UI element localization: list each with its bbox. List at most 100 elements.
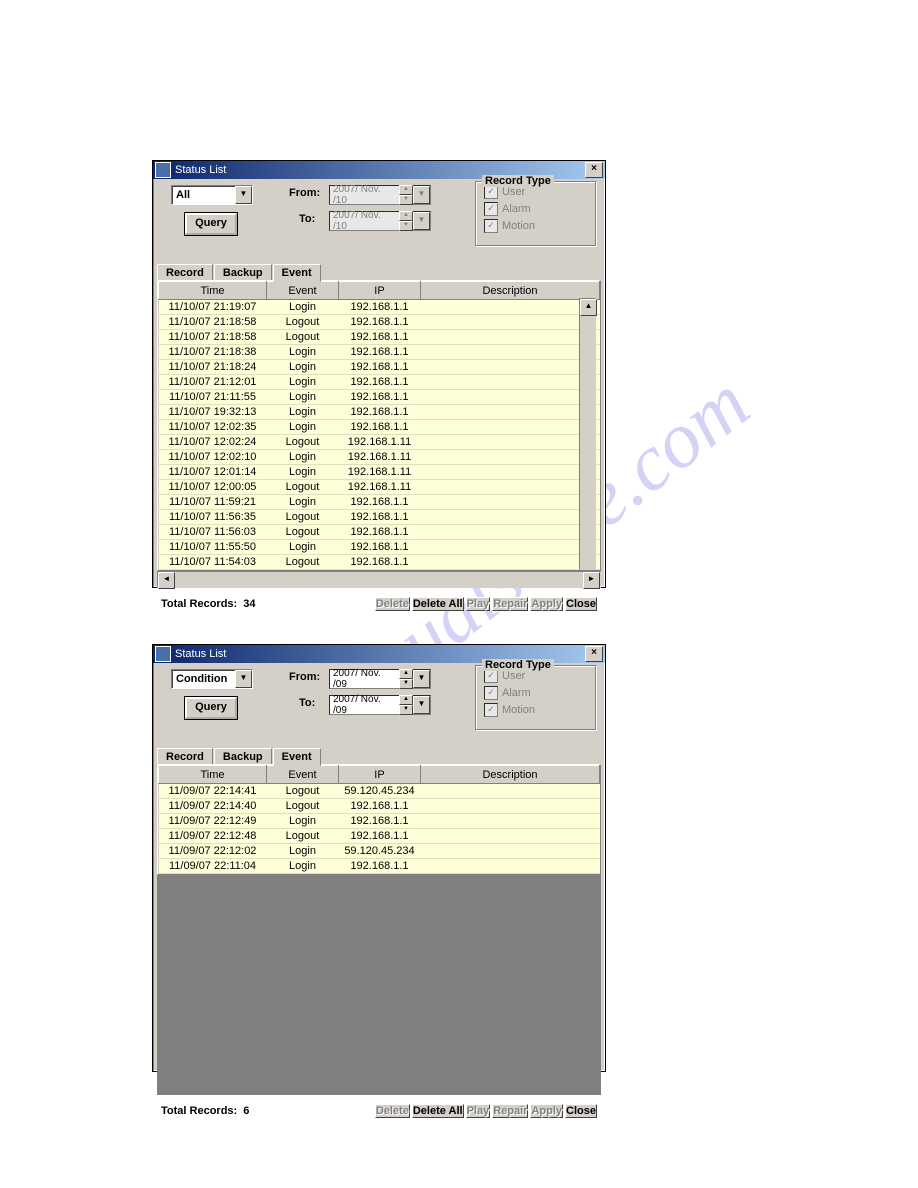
col-event[interactable]: Event xyxy=(267,766,339,784)
cell-event: Login xyxy=(267,390,339,405)
table-row[interactable]: 11/10/07 21:18:58Logout192.168.1.1 xyxy=(159,315,600,330)
spinner-icon[interactable]: ▲▼ xyxy=(399,695,413,715)
motion-checkbox[interactable]: ✓Motion xyxy=(484,703,588,717)
cell-time: 11/10/07 21:18:38 xyxy=(159,345,267,360)
cell-event: Logout xyxy=(267,799,339,814)
col-ip[interactable]: IP xyxy=(339,282,421,300)
table-row[interactable]: 11/10/07 21:19:07Login192.168.1.1 xyxy=(159,300,600,315)
col-time[interactable]: Time xyxy=(159,282,267,300)
table-row[interactable]: 11/10/07 21:12:01Login192.168.1.1 xyxy=(159,375,600,390)
cell-ip: 192.168.1.1 xyxy=(339,829,421,844)
spinner-icon[interactable]: ▲▼ xyxy=(399,211,413,231)
motion-checkbox[interactable]: ✓Motion xyxy=(484,219,588,233)
filter-value: All xyxy=(172,189,235,201)
cell-ip: 192.168.1.1 xyxy=(339,495,421,510)
cell-event: Login xyxy=(267,420,339,435)
cell-ip: 192.168.1.11 xyxy=(339,465,421,480)
table-row[interactable]: 11/10/07 11:56:03Logout192.168.1.1 xyxy=(159,525,600,540)
scroll-right-icon[interactable]: ► xyxy=(583,572,600,589)
footer-bar: Total Records: 34 DeleteDelete AllPlayRe… xyxy=(153,588,605,620)
cell-ip: 192.168.1.1 xyxy=(339,540,421,555)
query-button[interactable]: Query xyxy=(185,213,237,235)
filter-dropdown[interactable]: All ▼ xyxy=(171,185,253,205)
close-button[interactable]: Close xyxy=(565,597,597,611)
cell-time: 11/09/07 22:14:40 xyxy=(159,799,267,814)
cell-time: 11/10/07 21:18:58 xyxy=(159,330,267,345)
table-header-row: Time Event IP Description xyxy=(159,282,600,300)
tab-event[interactable]: Event xyxy=(273,748,321,766)
table-row[interactable]: 11/09/07 22:11:04Login192.168.1.1 xyxy=(159,859,600,874)
table-row[interactable]: 11/09/07 22:12:49Login192.168.1.1 xyxy=(159,814,600,829)
table-row[interactable]: 11/10/07 21:11:55Login192.168.1.1 xyxy=(159,390,600,405)
delete-all-button[interactable]: Delete All xyxy=(412,1104,464,1118)
col-description[interactable]: Description xyxy=(421,766,600,784)
col-description[interactable]: Description xyxy=(421,282,600,300)
tab-backup[interactable]: Backup xyxy=(214,264,272,281)
cell-event: Logout xyxy=(267,525,339,540)
close-icon[interactable]: × xyxy=(585,646,603,662)
cell-desc xyxy=(421,315,600,330)
table-row[interactable]: 11/10/07 11:56:35Logout192.168.1.1 xyxy=(159,510,600,525)
chevron-down-icon[interactable]: ▼ xyxy=(413,670,430,688)
chevron-down-icon[interactable]: ▼ xyxy=(413,186,430,204)
from-date-field[interactable]: 2007/ Nov. /09 ▲▼ ▼ xyxy=(329,669,431,689)
scroll-left-icon[interactable]: ◄ xyxy=(158,572,175,589)
cell-time: 11/10/07 11:59:21 xyxy=(159,495,267,510)
spinner-icon[interactable]: ▲▼ xyxy=(399,185,413,205)
user-checkbox[interactable]: ✓User xyxy=(484,669,588,683)
close-icon[interactable]: × xyxy=(585,162,603,178)
to-date-field[interactable]: 2007/ Nov. /09 ▲▼ ▼ xyxy=(329,695,431,715)
col-time[interactable]: Time xyxy=(159,766,267,784)
cell-desc xyxy=(421,555,600,570)
table-row[interactable]: 11/10/07 21:18:38Login192.168.1.1 xyxy=(159,345,600,360)
table-row[interactable]: 11/10/07 19:32:13Login192.168.1.1 xyxy=(159,405,600,420)
vertical-scrollbar[interactable]: ▲ xyxy=(579,298,596,570)
tab-backup[interactable]: Backup xyxy=(214,748,272,765)
table-row[interactable]: 11/10/07 11:59:21Login192.168.1.1 xyxy=(159,495,600,510)
table-row[interactable]: 11/10/07 12:02:24Logout192.168.1.11 xyxy=(159,435,600,450)
cell-time: 11/10/07 21:12:01 xyxy=(159,375,267,390)
close-button[interactable]: Close xyxy=(565,1104,597,1118)
table-row[interactable]: 11/09/07 22:14:40Logout192.168.1.1 xyxy=(159,799,600,814)
cell-ip: 192.168.1.1 xyxy=(339,330,421,345)
table-row[interactable]: 11/10/07 12:02:35Login192.168.1.1 xyxy=(159,420,600,435)
query-button[interactable]: Query xyxy=(185,697,237,719)
chevron-down-icon[interactable]: ▼ xyxy=(235,670,252,688)
from-date-field[interactable]: 2007/ Nov. /10 ▲▼ ▼ xyxy=(329,185,431,205)
tab-event[interactable]: Event xyxy=(273,264,321,282)
cell-event: Login xyxy=(267,360,339,375)
table-row[interactable]: 11/09/07 22:12:48Logout192.168.1.1 xyxy=(159,829,600,844)
table-row[interactable]: 11/09/07 22:14:41Logout59.120.45.234 xyxy=(159,784,600,799)
table-row[interactable]: 11/10/07 12:01:14Login192.168.1.11 xyxy=(159,465,600,480)
chevron-down-icon[interactable]: ▼ xyxy=(413,696,430,714)
record-type-legend: Record Type xyxy=(482,175,554,187)
alarm-checkbox[interactable]: ✓Alarm xyxy=(484,202,588,216)
scroll-up-icon[interactable]: ▲ xyxy=(580,299,597,316)
table-row[interactable]: 11/10/07 11:55:50Login192.168.1.1 xyxy=(159,540,600,555)
horizontal-scrollbar[interactable]: ◄ ► xyxy=(157,571,601,588)
cell-ip: 192.168.1.1 xyxy=(339,555,421,570)
table-row[interactable]: 11/10/07 11:54:03Logout192.168.1.1 xyxy=(159,555,600,570)
tab-record[interactable]: Record xyxy=(157,748,213,765)
table-row[interactable]: 11/10/07 12:02:10Login192.168.1.11 xyxy=(159,450,600,465)
alarm-checkbox[interactable]: ✓Alarm xyxy=(484,686,588,700)
col-event[interactable]: Event xyxy=(267,282,339,300)
filter-dropdown[interactable]: Condition ▼ xyxy=(171,669,253,689)
delete-all-button[interactable]: Delete All xyxy=(412,597,464,611)
tab-record[interactable]: Record xyxy=(157,264,213,281)
user-checkbox[interactable]: ✓User xyxy=(484,185,588,199)
cell-desc xyxy=(421,480,600,495)
to-date-field[interactable]: 2007/ Nov. /10 ▲▼ ▼ xyxy=(329,211,431,231)
table-row[interactable]: 11/10/07 21:18:24Login192.168.1.1 xyxy=(159,360,600,375)
table-row[interactable]: 11/10/07 21:18:58Logout192.168.1.1 xyxy=(159,330,600,345)
chevron-down-icon[interactable]: ▼ xyxy=(413,212,430,230)
cell-event: Login xyxy=(267,405,339,420)
cell-event: Logout xyxy=(267,315,339,330)
spinner-icon[interactable]: ▲▼ xyxy=(399,669,413,689)
cell-time: 11/10/07 12:00:05 xyxy=(159,480,267,495)
event-table: Time Event IP Description 11/10/07 21:19… xyxy=(158,281,600,570)
table-row[interactable]: 11/09/07 22:12:02Login59.120.45.234 xyxy=(159,844,600,859)
col-ip[interactable]: IP xyxy=(339,766,421,784)
table-row[interactable]: 11/10/07 12:00:05Logout192.168.1.11 xyxy=(159,480,600,495)
chevron-down-icon[interactable]: ▼ xyxy=(235,186,252,204)
